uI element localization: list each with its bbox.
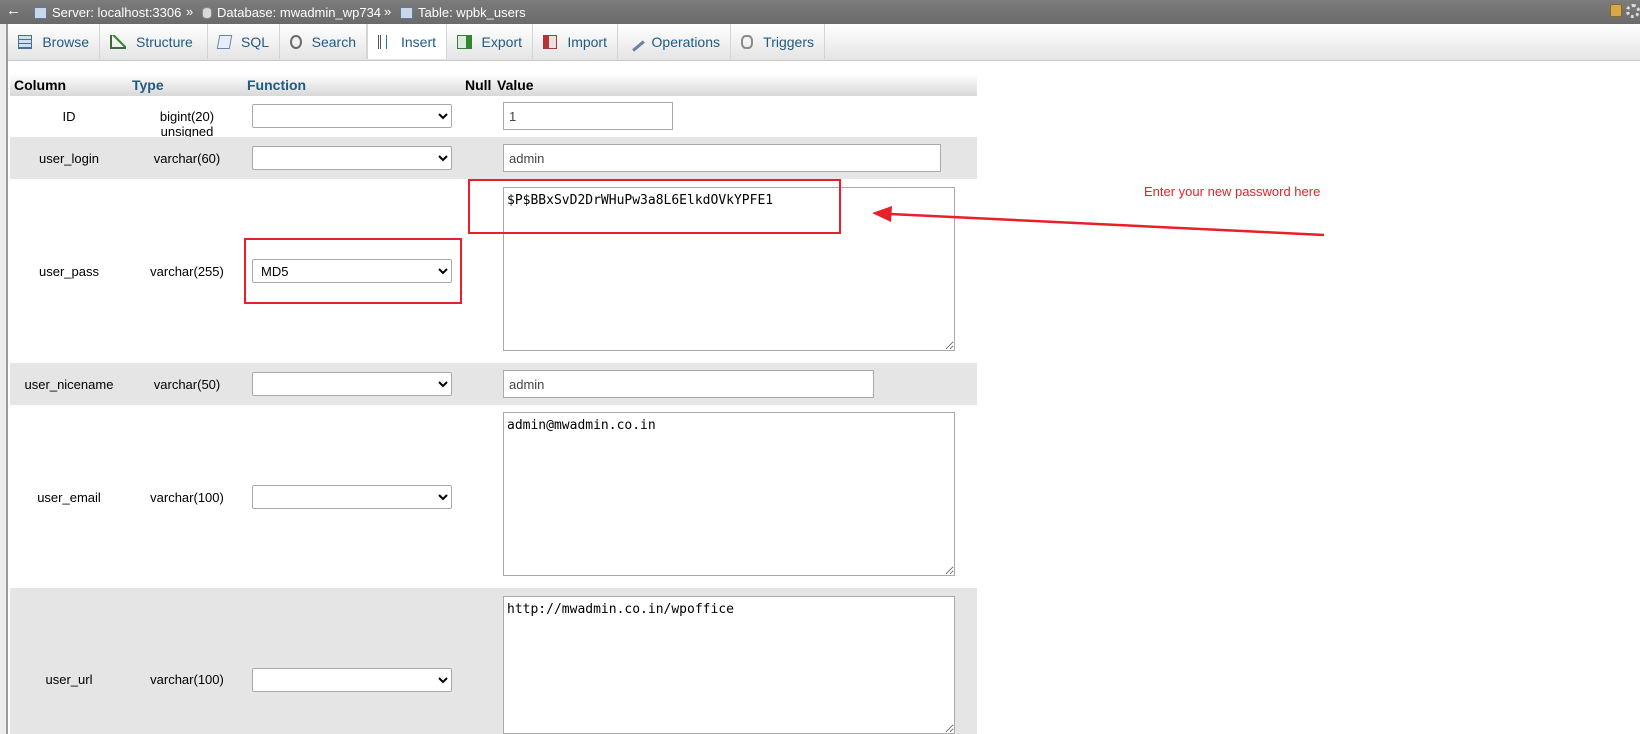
sql-icon — [216, 34, 233, 49]
null-header: Null — [465, 77, 492, 93]
column-type: varchar(255) — [150, 264, 224, 279]
breadcrumb: ← Server: localhost:3306 » Database: mwa… — [0, 0, 1640, 24]
column-type: bigint(20) unsigned — [159, 109, 215, 139]
top-right-controls — [1610, 4, 1640, 18]
function-select[interactable] — [252, 104, 452, 128]
breadcrumb-server[interactable]: Server: localhost:3306 — [34, 5, 181, 20]
column-type: varchar(50) — [153, 377, 221, 392]
tab-triggers[interactable]: Triggers — [731, 24, 825, 59]
tab-label: Export — [481, 33, 522, 50]
function-select[interactable] — [252, 485, 452, 509]
breadcrumb-table[interactable]: Table: wpbk_users — [400, 5, 526, 20]
breadcrumb-table-label: Table: wpbk_users — [418, 5, 526, 20]
tab-label: Operations — [651, 33, 720, 50]
breadcrumb-database[interactable]: Database: mwadmin_wp734 — [202, 5, 381, 20]
function-select[interactable] — [252, 668, 452, 692]
tab-label: SQL — [240, 33, 269, 50]
database-icon — [202, 6, 212, 19]
function-select[interactable] — [252, 372, 452, 396]
tab-label: Insert — [400, 33, 436, 50]
tab-import[interactable]: Import — [533, 24, 618, 59]
tab-operations[interactable]: Operations — [618, 24, 731, 59]
table-row: user_login varchar(60) — [10, 137, 977, 179]
value-input[interactable] — [503, 370, 874, 398]
import-icon — [543, 34, 558, 49]
breadcrumb-separator: » — [384, 4, 392, 19]
server-icon — [34, 6, 47, 19]
tab-structure[interactable]: Structure — [100, 24, 208, 59]
tab-bar: Browse Structure SQL Search Insert Expor… — [8, 24, 1640, 61]
browse-icon — [18, 34, 33, 49]
value-input[interactable] — [503, 102, 673, 130]
value-header: Value — [497, 77, 534, 93]
column-type: varchar(100) — [150, 490, 224, 505]
left-frame-edge — [0, 0, 8, 734]
column-name: user_pass — [39, 264, 99, 279]
tab-label: Browse — [42, 33, 89, 50]
tab-insert[interactable]: Insert — [367, 24, 447, 59]
breadcrumb-server-label: Server: localhost:3306 — [52, 5, 182, 20]
function-select[interactable] — [252, 146, 452, 170]
tab-label: Search — [311, 33, 356, 50]
value-input[interactable] — [503, 144, 941, 172]
gear-icon[interactable] — [1626, 4, 1640, 18]
email-textarea[interactable]: admin@mwadmin.co.in — [503, 412, 955, 576]
search-icon — [290, 34, 302, 49]
column-name: user_nicename — [24, 377, 114, 392]
export-icon — [457, 34, 472, 49]
function-select[interactable]: MD5 — [252, 259, 452, 283]
column-header: Column — [14, 77, 67, 93]
column-name: user_login — [39, 151, 99, 166]
annotation-note: Enter your new password here — [1144, 184, 1321, 199]
column-name: user_url — [45, 672, 93, 687]
structure-icon — [110, 34, 126, 49]
column-type: varchar(60) — [153, 151, 221, 166]
tab-search[interactable]: Search — [280, 24, 367, 59]
table-row: user_pass varchar(255) MD5 $P$BBxSvD2DrW… — [10, 179, 977, 363]
breadcrumb-separator: » — [186, 4, 194, 19]
table-header-row: Column Type Function Null Value — [10, 74, 977, 96]
triggers-icon — [741, 34, 754, 49]
table-row: user_nicename varchar(50) — [10, 363, 977, 405]
url-textarea[interactable]: http://mwadmin.co.in/wpoffice — [503, 596, 955, 734]
table-row: ID bigint(20) unsigned — [10, 96, 977, 139]
breadcrumb-database-label: Database: mwadmin_wp734 — [217, 5, 382, 20]
tab-label: Structure — [136, 33, 193, 50]
tab-label: Triggers — [763, 33, 814, 50]
tab-browse[interactable]: Browse — [8, 24, 100, 59]
insert-icon — [378, 34, 391, 49]
type-header[interactable]: Type — [132, 77, 164, 93]
lock-icon[interactable] — [1610, 4, 1622, 17]
function-header[interactable]: Function — [247, 77, 306, 93]
back-arrow-icon[interactable]: ← — [6, 2, 21, 19]
tab-export[interactable]: Export — [447, 24, 533, 59]
column-name: user_email — [37, 490, 101, 505]
table-icon — [400, 6, 413, 19]
tab-label: Import — [567, 33, 607, 50]
table-row: user_email varchar(100) admin@mwadmin.co… — [10, 405, 977, 588]
tab-sql[interactable]: SQL — [208, 24, 280, 59]
table-row: user_url varchar(100) http://mwadmin.co.… — [10, 588, 977, 734]
password-textarea[interactable]: $P$BBxSvD2DrWHuPw3a8L6ElkdOVkYPFE1 — [503, 187, 955, 351]
column-type: varchar(100) — [150, 672, 224, 687]
column-name: ID — [62, 109, 76, 124]
wrench-icon — [625, 31, 645, 52]
